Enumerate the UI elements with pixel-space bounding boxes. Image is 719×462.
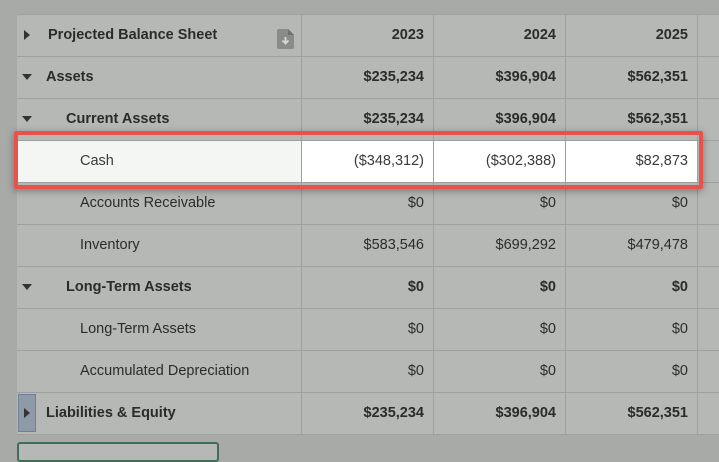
caret-down-icon[interactable] [21, 113, 33, 125]
row-label-cell: Liabilities & Equity [17, 393, 302, 434]
file-download-icon[interactable] [277, 25, 294, 49]
extra-column [698, 393, 719, 434]
table-row-cash-highlighted: Cash ($348,312) ($302,388) $82,873 [17, 141, 719, 183]
table-row: Long-Term Assets $0 $0 $0 [17, 267, 719, 309]
value-cell[interactable]: $0 [302, 309, 434, 350]
year-header-2024: 2024 [434, 15, 566, 56]
row-label-cell: Current Assets [17, 99, 302, 140]
value-cell[interactable]: $235,234 [302, 99, 434, 140]
value-cell[interactable]: ($348,312) [302, 141, 434, 182]
value-cell[interactable]: $0 [566, 309, 698, 350]
value-cell[interactable]: $396,904 [434, 393, 566, 434]
value-cell[interactable]: $699,292 [434, 225, 566, 266]
caret-right-icon[interactable] [21, 407, 33, 419]
row-label: Assets [46, 69, 94, 85]
value-cell[interactable]: $0 [302, 183, 434, 224]
extra-column [698, 225, 719, 266]
row-label-cell: Cash [17, 141, 302, 182]
value-cell[interactable]: $0 [566, 267, 698, 308]
table-row: Long-Term Assets $0 $0 $0 [17, 309, 719, 351]
value-cell[interactable]: $396,904 [434, 57, 566, 98]
year-2024-text: 2024 [523, 27, 556, 43]
row-label-cell: Long-Term Assets [17, 267, 302, 308]
value-cell[interactable]: $235,234 [302, 57, 434, 98]
row-label: Accumulated Depreciation [80, 363, 250, 379]
value-cell[interactable]: $396,904 [434, 99, 566, 140]
value-cell[interactable]: $0 [434, 267, 566, 308]
caret-down-icon[interactable] [21, 281, 33, 293]
row-label: Accounts Receivable [80, 195, 216, 211]
table-row: Liabilities & Equity $235,234 $396,904 $… [17, 393, 719, 435]
header-row: Projected Balance Sheet 2023 2024 2025 [17, 14, 719, 57]
row-label-cell: Long-Term Assets [17, 309, 302, 350]
value-cell[interactable]: $0 [302, 267, 434, 308]
value-cell[interactable]: $562,351 [566, 99, 698, 140]
value-cell[interactable]: $583,546 [302, 225, 434, 266]
value-cell[interactable]: $235,234 [302, 393, 434, 434]
balance-sheet-grid: Projected Balance Sheet 2023 2024 2025 A… [17, 14, 719, 435]
row-label-cell: Assets [17, 57, 302, 98]
table-row: Assets $235,234 $396,904 $562,351 [17, 57, 719, 99]
table-row: Inventory $583,546 $699,292 $479,478 [17, 225, 719, 267]
value-cell[interactable]: $0 [566, 183, 698, 224]
row-label: Long-Term Assets [66, 279, 192, 295]
table-row: Current Assets $235,234 $396,904 $562,35… [17, 99, 719, 141]
row-label-cell: Accounts Receivable [17, 183, 302, 224]
extra-column [698, 351, 719, 392]
row-label-cell: Accumulated Depreciation [17, 351, 302, 392]
extra-column [698, 99, 719, 140]
caret-right-icon[interactable] [21, 29, 33, 41]
row-label: Inventory [80, 237, 140, 253]
extra-column [698, 267, 719, 308]
value-cell[interactable]: $0 [302, 351, 434, 392]
value-cell[interactable]: $0 [434, 183, 566, 224]
value-cell[interactable]: $562,351 [566, 57, 698, 98]
year-header-2023: 2023 [302, 15, 434, 56]
row-label: Long-Term Assets [80, 321, 197, 337]
extra-column [698, 141, 719, 182]
value-cell[interactable]: $0 [566, 351, 698, 392]
extra-column [698, 183, 719, 224]
value-cell[interactable]: $0 [434, 309, 566, 350]
value-cell[interactable]: $82,873 [566, 141, 698, 182]
row-label: Liabilities & Equity [46, 405, 176, 421]
value-cell[interactable]: ($302,388) [434, 141, 566, 182]
extra-column [698, 309, 719, 350]
row-label: Cash [80, 153, 114, 169]
value-cell[interactable]: $562,351 [566, 393, 698, 434]
row-label: Current Assets [66, 111, 170, 127]
value-cell[interactable]: $479,478 [566, 225, 698, 266]
row-label-cell: Inventory [17, 225, 302, 266]
value-cell[interactable]: $0 [434, 351, 566, 392]
table-row: Accumulated Depreciation $0 $0 $0 [17, 351, 719, 393]
header-label-cell: Projected Balance Sheet [17, 15, 302, 56]
extra-column [698, 57, 719, 98]
table-row: Accounts Receivable $0 $0 $0 [17, 183, 719, 225]
caret-down-icon[interactable] [21, 71, 33, 83]
extra-column [698, 15, 719, 56]
sheet-title: Projected Balance Sheet [48, 27, 218, 43]
bottom-action-button[interactable] [17, 442, 219, 462]
year-header-2025: 2025 [566, 15, 698, 56]
